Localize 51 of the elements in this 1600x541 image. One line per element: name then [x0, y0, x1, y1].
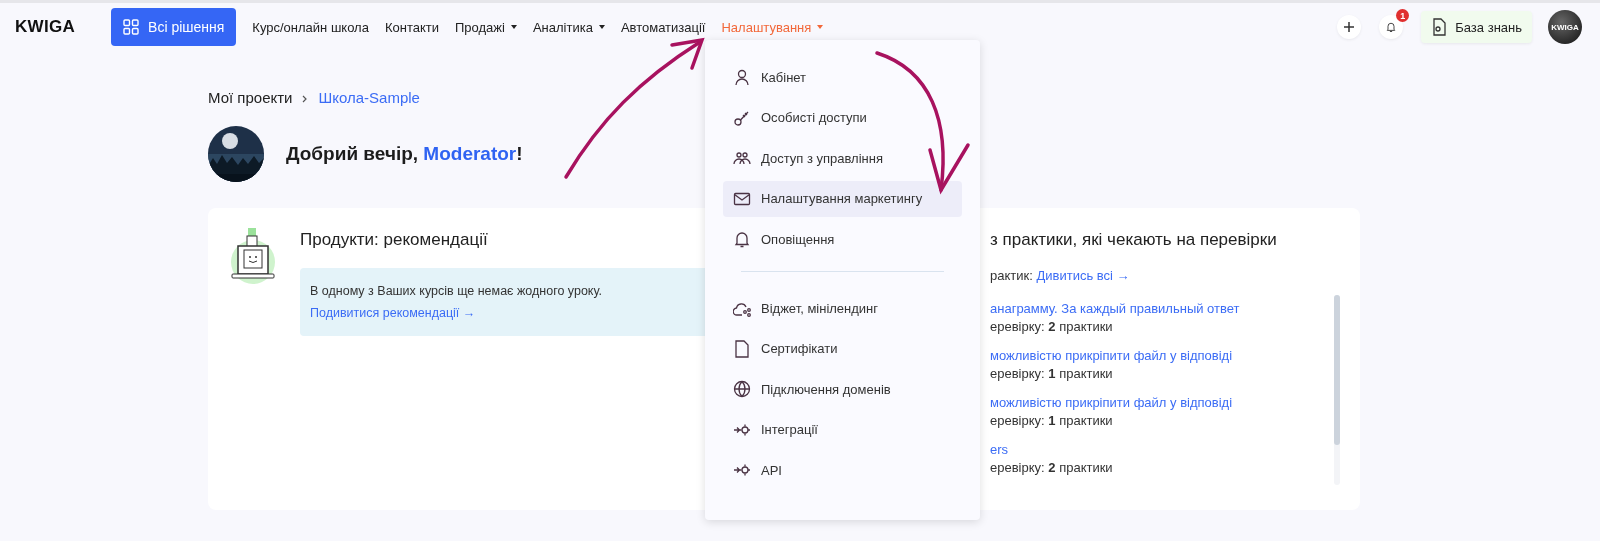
caret-icon: [510, 25, 517, 29]
menu-item[interactable]: Інтеграції: [723, 411, 962, 448]
pending-count: еревірку: 2 практики: [990, 460, 1114, 475]
logo[interactable]: KWIGA: [15, 17, 76, 37]
nav-link[interactable]: Курс/онлайн школа: [244, 19, 377, 35]
user-icon: [733, 68, 751, 86]
menu-item[interactable]: Сертифікати: [723, 330, 962, 367]
breadcrumb-link[interactable]: Школа-Sample: [318, 89, 420, 106]
view-all-link[interactable]: Дивитись всі →: [1036, 268, 1130, 283]
add-button[interactable]: [1337, 15, 1362, 39]
menu-item[interactable]: Віджет, мінілендинг: [723, 290, 962, 326]
caret-icon: [817, 25, 824, 29]
document-icon: [1431, 18, 1448, 36]
breadcrumb-item[interactable]: Мої проекти: [208, 89, 293, 106]
menu-item[interactable]: Доступ з управління: [723, 140, 962, 176]
greeting-text: Добрий вечір, Moderator!: [286, 143, 523, 165]
pending-count: еревірку: 1 практики: [990, 413, 1114, 428]
scrollbar[interactable]: [1334, 295, 1340, 485]
pending-count: еревірку: 2 практики: [990, 319, 1114, 334]
nav-link[interactable]: Контакти: [376, 19, 447, 35]
menu-item[interactable]: Кабінет: [723, 59, 962, 95]
practice-link[interactable]: ers: [990, 442, 1334, 457]
menu-item[interactable]: Підключення доменів: [723, 371, 962, 407]
knowledge-base-button[interactable]: База знань: [1421, 11, 1532, 43]
practice-link[interactable]: анаграмму. За каждый правильный ответ: [990, 301, 1334, 316]
caret-icon: [598, 25, 605, 29]
practices-count-label: рактик:: [990, 268, 1033, 283]
practice-link[interactable]: можливістю прикріпити файл у відповіді: [990, 348, 1334, 363]
nav-link[interactable]: Автоматизації: [612, 19, 714, 35]
solutions-button[interactable]: Всі рішення: [111, 8, 237, 46]
menu-item[interactable]: Налаштування маркетингу: [723, 180, 962, 217]
card-title: з практики, які чекають на перевірки: [990, 230, 1278, 250]
people-icon: [733, 149, 751, 167]
plus-icon: [1343, 21, 1356, 33]
card-title: Продукти: рекомендації: [300, 230, 489, 250]
pending-count: еревірку: 1 практики: [990, 366, 1114, 381]
notifications-button[interactable]: [1379, 15, 1404, 39]
globe-icon: [733, 380, 751, 398]
nav-link[interactable]: Продажі: [447, 19, 525, 35]
menu-item[interactable]: Оповіщення: [723, 221, 962, 257]
document-icon: [733, 339, 751, 358]
recommendations-link[interactable]: Подивитися рекомендації →: [310, 306, 476, 320]
bell-icon: [733, 230, 751, 248]
notification-badge: 1: [1396, 9, 1410, 22]
menu-item[interactable]: API: [723, 452, 962, 488]
menu-item[interactable]: Особисті доступи: [723, 99, 962, 136]
grid-icon: [123, 19, 140, 35]
practice-link[interactable]: можливістю прикріпити файл у відповіді: [990, 395, 1334, 410]
laptop-drawing: [228, 226, 278, 286]
nav-link[interactable]: Аналітика: [524, 19, 613, 35]
account-avatar[interactable]: KWIGA: [1548, 10, 1582, 44]
